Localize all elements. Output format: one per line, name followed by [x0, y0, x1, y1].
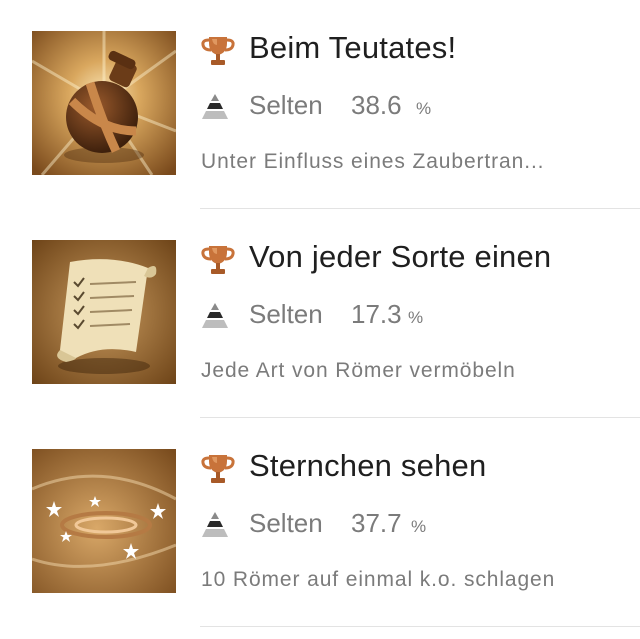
- rarity-label: Selten: [249, 299, 323, 329]
- trophy-title: Von jeder Sorte einen: [249, 239, 552, 274]
- trophy-image-scroll: [32, 240, 176, 384]
- bronze-trophy-icon: [200, 33, 236, 69]
- rarity-pyramid-icon: [199, 511, 231, 539]
- bronze-trophy-icon: [200, 242, 236, 278]
- rarity-label: Selten: [249, 508, 323, 538]
- rarity-percent: 37.7: [351, 508, 402, 538]
- bronze-trophy-icon: [200, 451, 236, 487]
- rarity-percent: 17.3: [351, 299, 402, 329]
- trophy-description: Jede Art von Römer vermöbeln: [201, 359, 516, 382]
- trophy-row[interactable]: Von jeder Sorte einen Selten 17.3 % Jede…: [0, 209, 640, 418]
- trophy-image-potion: [32, 31, 176, 175]
- trophy-list: Beim Teutates! Selten 38.6 % Unter Einfl…: [0, 0, 640, 627]
- percent-sign: %: [416, 99, 432, 118]
- rarity-pyramid-icon: [199, 93, 231, 121]
- trophy-title: Beim Teutates!: [249, 30, 457, 65]
- trophy-image-stars: [32, 449, 176, 593]
- trophy-description: Unter Einfluss eines Zaubertran...: [201, 150, 545, 173]
- percent-sign: %: [411, 517, 427, 536]
- percent-sign: %: [408, 308, 424, 327]
- rarity-percent: 38.6: [351, 90, 402, 120]
- rarity-label: Selten: [249, 90, 323, 120]
- row-divider: [200, 626, 640, 627]
- rarity-pyramid-icon: [199, 302, 231, 330]
- trophy-row[interactable]: Sternchen sehen Selten 37.7 % 10 Römer a…: [0, 418, 640, 627]
- trophy-title: Sternchen sehen: [249, 448, 487, 483]
- trophy-row[interactable]: Beim Teutates! Selten 38.6 % Unter Einfl…: [0, 0, 640, 209]
- trophy-description: 10 Römer auf einmal k.o. schlagen: [201, 568, 556, 591]
